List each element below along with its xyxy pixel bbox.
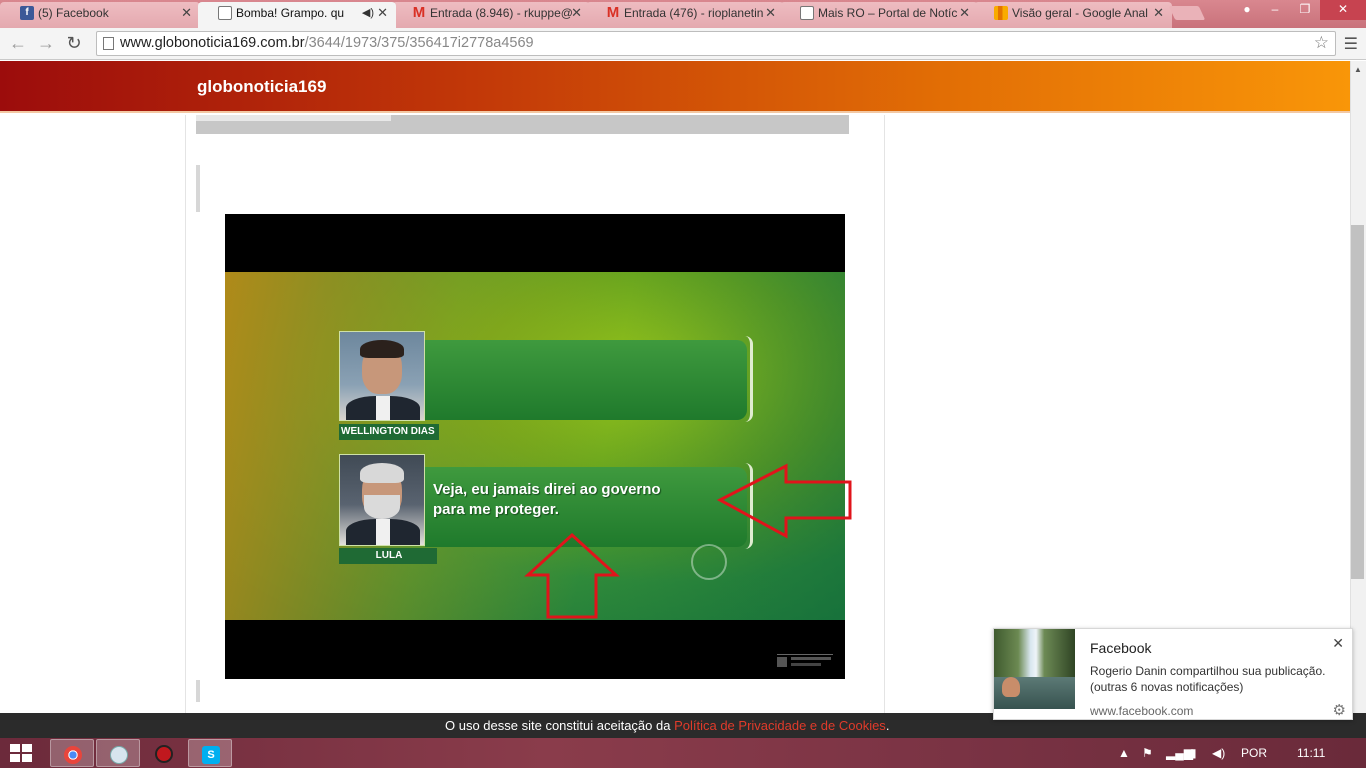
speaker-icon: ◀) (361, 7, 374, 19)
site-header: globonoticia169 (0, 61, 1350, 113)
volume-icon[interactable]: ◀) (1212, 738, 1225, 768)
address-bar[interactable]: www.globonoticia169.com.br/3644/1973/375… (96, 31, 1336, 56)
scroll-up-icon[interactable]: ▲ (1351, 63, 1365, 77)
tab-bomba-grampo[interactable]: Bomba! Grampo. qu ◀) ✕ (198, 2, 396, 28)
tab-label: Bomba! Grampo. qu (236, 6, 345, 20)
blockquote-bar (196, 165, 200, 212)
skype-icon: S (202, 746, 220, 764)
tab-gmail-rkuppe[interactable]: M Entrada (8.946) - rkuppe@ ✕ (392, 2, 590, 28)
quote-line: para me proteger. (433, 501, 559, 518)
forward-button[interactable]: → (34, 32, 58, 56)
network-signal-icon[interactable]: ▂▄▆ (1166, 738, 1193, 768)
taskbar-paint[interactable] (96, 739, 140, 767)
close-icon[interactable]: ✕ (377, 2, 388, 24)
record-icon (155, 745, 173, 763)
tab-label: Mais RO – Portal de Notíc (818, 6, 958, 20)
notification-line: Rogerio Danin compartilhou sua publicaçã… (1090, 664, 1326, 678)
notification-title: Facebook (1090, 640, 1152, 656)
close-icon[interactable]: ✕ (181, 2, 192, 24)
url-text[interactable]: www.globonoticia169.com.br/3644/1973/375… (120, 32, 534, 55)
paint-icon (110, 746, 128, 764)
url-path: /3644/1973/375/356417i2778a4569 (304, 35, 534, 51)
tab-label: (5) Facebook (38, 6, 109, 20)
window-close-button[interactable]: ✕ (1320, 0, 1366, 20)
notification-line: (outras 6 novas notificações) (1090, 680, 1244, 694)
clock[interactable]: 11:11 (1297, 738, 1325, 768)
left-arrow-annotation-icon (716, 463, 852, 539)
gmail-icon: M (606, 4, 620, 21)
speaker-photo-lula (339, 454, 425, 546)
tab-google-analytics[interactable]: Visão geral - Google Anal ✕ (974, 2, 1172, 28)
notification-photo (994, 629, 1075, 709)
reload-button[interactable]: ↻ (62, 32, 86, 56)
scrollbar-thumb[interactable] (1351, 225, 1364, 579)
bookmark-star-icon[interactable]: ☆ (1314, 33, 1329, 53)
url-host: www.globonoticia169.com.br (120, 35, 305, 51)
tab-label: Visão geral - Google Anal (1012, 6, 1148, 20)
progress-fill (196, 115, 391, 121)
speech-box-empty (425, 336, 753, 422)
blockquote-bar (196, 680, 200, 702)
page-icon (218, 6, 232, 20)
language-indicator[interactable]: POR (1241, 738, 1267, 768)
taskbar-skype[interactable]: S (188, 739, 232, 767)
page-icon (103, 37, 114, 50)
windows-taskbar: S ▲ ⚑ ▂▄▆ ▮ ◀) POR 11:11 (0, 738, 1366, 768)
minimize-button[interactable]: – (1260, 0, 1290, 20)
battery-icon[interactable]: ▮ (1190, 738, 1197, 768)
taskbar-app-red[interactable] (142, 739, 186, 767)
close-icon[interactable]: ✕ (959, 2, 970, 24)
cookie-text-end: . (885, 718, 890, 733)
notification-body: Rogerio Danin compartilhou sua publicaçã… (1090, 663, 1338, 695)
privacy-policy-link[interactable]: Política de Privacidade e de Cookies (674, 718, 886, 733)
new-tab-button[interactable] (1168, 6, 1206, 20)
taskbar-chrome[interactable] (50, 739, 94, 767)
tab-mais-ro[interactable]: Mais RO – Portal de Notíc ✕ (780, 2, 978, 28)
menu-icon[interactable]: ☰ (1344, 34, 1358, 54)
channel-brand-logo (777, 654, 833, 668)
tab-strip: f (5) Facebook ✕ Bomba! Grampo. qu ◀) ✕ … (0, 0, 1366, 28)
speaker-name-tag: LULA (339, 548, 437, 564)
close-icon[interactable]: ✕ (571, 2, 582, 24)
page-icon (800, 6, 814, 20)
quote-text: Veja, eu jamais direi ao governo para me… (433, 480, 661, 520)
tab-label: Entrada (476) - rioplanetin (624, 6, 764, 20)
close-icon[interactable]: ✕ (1332, 635, 1344, 652)
browser-toolbar: ← → ↻ www.globonoticia169.com.br/3644/19… (0, 28, 1366, 60)
up-arrow-annotation-icon (524, 532, 620, 619)
analytics-icon (994, 6, 1008, 20)
speaker-name-tag: WELLINGTON DIAS (339, 424, 439, 440)
site-title[interactable]: globonoticia169 (197, 61, 326, 113)
restore-button[interactable]: ❐ (1290, 0, 1320, 20)
gmail-icon: M (412, 4, 426, 21)
tab-gmail-rioplaneta[interactable]: M Entrada (476) - rioplanetin ✕ (586, 2, 784, 28)
quote-line: Veja, eu jamais direi ao governo (433, 481, 661, 498)
cookie-text: O uso desse site constitui aceitação da (445, 718, 675, 733)
tray-expand-icon[interactable]: ▲ (1118, 738, 1130, 768)
facebook-notification[interactable]: Facebook Rogerio Danin compartilhou sua … (993, 628, 1353, 720)
speaker-photo-wellington (339, 331, 425, 421)
watermark-circle-icon (691, 544, 727, 580)
notification-source: www.facebook.com (1090, 704, 1194, 718)
user-icon[interactable]: ● (1232, 0, 1262, 20)
close-icon[interactable]: ✕ (1153, 2, 1164, 24)
chrome-icon (64, 746, 82, 764)
gear-icon[interactable]: ⚙ (1333, 701, 1346, 719)
facebook-icon: f (20, 6, 34, 20)
back-button[interactable]: ← (6, 32, 30, 56)
start-button[interactable] (10, 744, 32, 762)
tab-label: Entrada (8.946) - rkuppe@ (430, 6, 573, 20)
tab-facebook[interactable]: f (5) Facebook ✕ (0, 2, 200, 28)
flag-icon[interactable]: ⚑ (1142, 738, 1153, 768)
close-icon[interactable]: ✕ (765, 2, 776, 24)
